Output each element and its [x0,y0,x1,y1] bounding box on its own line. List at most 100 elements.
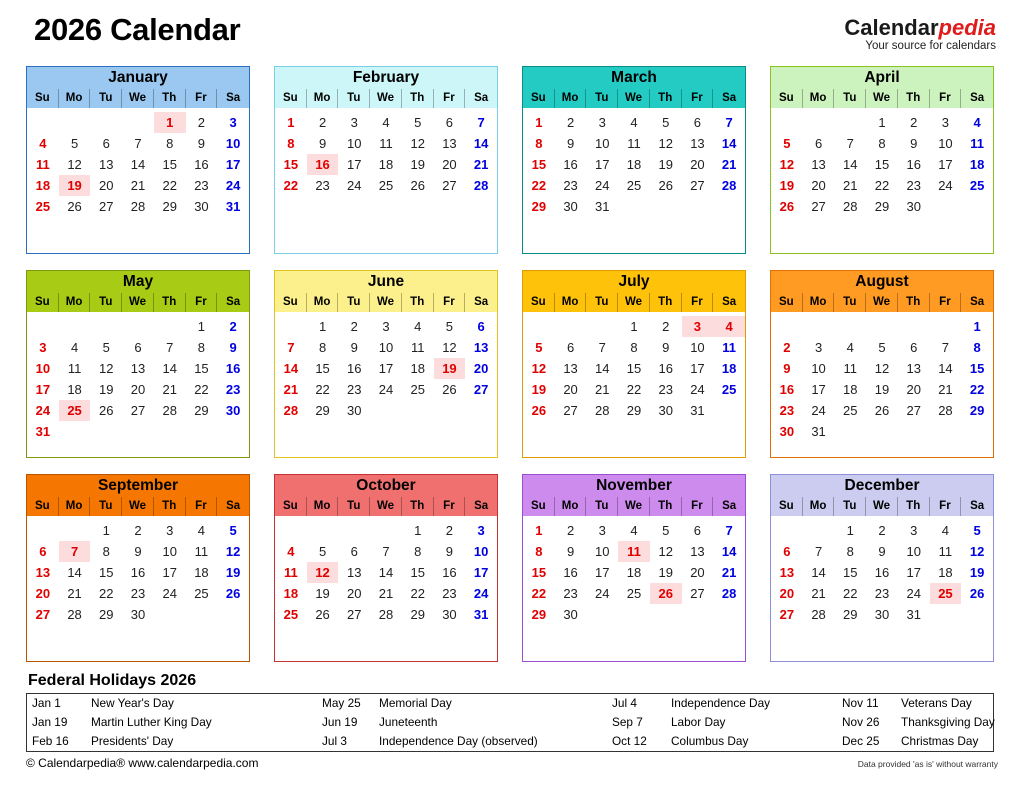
day-cell: 9 [197,136,206,151]
day-cell: 17 [690,361,705,376]
weekday-label-fr: Fr [186,293,218,312]
weekday-label-mo: Mo [555,497,587,516]
day-cell: 17 [35,382,51,397]
day-cell: 23 [442,586,457,601]
day-cell: 6 [814,136,823,151]
day-cell: 8 [973,340,981,355]
day-cell: 21 [811,586,826,601]
weekday-label-tu: Tu [586,293,619,312]
day-cell: 2 [350,319,358,334]
days-grid: 1 2 3 4 5 6 7 8 9 10 11 12 13 14 15 16 17 18 19 20 21 22 23 24 2… [771,516,993,661]
weekday-label-mo: Mo [59,497,91,516]
weekday-label-we: We [618,293,650,312]
day-cell: 13 [130,361,146,376]
day-cell: 29 [874,199,890,214]
weekday-label-su: Su [523,89,555,108]
day-cell: 27 [690,178,705,193]
day-cell: 3 [598,523,606,538]
weekday-header-row: Su Mo Tu We Th Fr Sa [275,293,497,312]
day-cell: 4 [630,115,638,130]
day-cell-empty [803,520,835,541]
day-cell: 4 [382,115,390,130]
day-cell: 7 [287,340,295,355]
day-cell: 2 [566,523,575,538]
day-cell: 24 [595,586,610,601]
day-cell-empty [771,316,803,337]
day-cell: 6 [39,544,47,559]
day-cell: 21 [595,382,610,397]
weekday-label-tu: Tu [834,497,867,516]
copyright-text: © Calendarpedia® www.calendarpedia.com [26,756,259,770]
day-cell-empty [59,316,91,337]
day-cell: 7 [725,523,733,538]
day-cell: 11 [410,340,425,355]
day-cell: 31 [35,424,51,439]
day-cell: 28 [283,403,299,418]
day-cell: 22 [315,382,330,397]
day-cell: 11 [970,136,984,151]
day-cell: 24 [690,382,705,397]
day-cell: 5 [102,340,110,355]
day-cell: 15 [410,565,425,580]
weekday-header-row: Su Mo Tu We Th Fr Sa [27,89,249,108]
day-cell: 22 [843,586,858,601]
day-cell: 16 [874,565,890,580]
day-cell: 2 [662,319,670,334]
day-cell: 29 [531,607,547,622]
day-cell: 21 [721,157,737,172]
weekday-header-row: Su Mo Tu We Th Fr Sa [771,89,993,108]
holiday-date: Jun 19 [322,715,358,729]
day-cell: 6 [102,136,110,151]
day-cell: 17 [225,157,241,172]
day-cell-holiday: 12 [306,562,339,583]
day-cell: 14 [721,544,737,559]
day-cell: 1 [102,523,110,538]
day-cell: 10 [811,361,826,376]
day-cell: 17 [595,157,610,172]
day-cell: 26 [99,403,114,418]
weekday-label-tu: Tu [834,89,867,108]
day-cell: 14 [843,157,858,172]
day-cell: 25 [35,199,51,214]
day-cell: 13 [473,340,489,355]
weekday-label-su: Su [523,497,555,516]
weekday-label-sa: Sa [474,296,489,308]
day-cell: 19 [658,157,673,172]
day-cell: 3 [941,115,950,130]
day-cell-empty [834,316,866,337]
day-cell: 9 [350,340,358,355]
day-cell: 12 [874,361,890,376]
day-cell: 25 [410,382,425,397]
day-cell-empty [59,520,91,541]
holiday-name: Thanksgiving Day [901,715,995,729]
day-cell: 19 [874,382,890,397]
day-cell: 2 [229,319,237,334]
day-cell: 12 [99,361,114,376]
days-grid: 1 2 3 4 5 6 7 8 9 10 11 12 13 14 15 16 17 18 19 20 21 22 23 24 2… [27,312,249,457]
day-cell: 19 [225,565,241,580]
page-header: 2026 Calendar Calendarpedia Your source … [26,0,998,62]
day-cell: 24 [162,586,177,601]
day-cell: 4 [197,523,206,538]
day-cell: 27 [347,607,362,622]
day-cell-empty [866,316,898,337]
holidays-heading: Federal Holidays 2026 [28,672,197,689]
day-cell: 13 [811,157,826,172]
days-grid: 1 2 3 4 5 6 7 8 9 10 11 12 13 14 15 16 17 18 19 20 21 22 23 24 2… [771,312,993,457]
day-cell-empty [370,520,402,541]
month-title: April [771,67,993,89]
day-cell-empty [523,316,555,337]
day-cell: 27 [811,199,826,214]
day-cell: 11 [35,157,50,172]
day-cell-empty [803,316,835,337]
day-cell: 16 [225,361,241,376]
day-cell: 27 [690,586,705,601]
day-cell: 20 [442,157,457,172]
brand-name: Calendarpedia [844,16,996,39]
day-cell: 10 [595,544,610,559]
day-cell: 21 [473,157,489,172]
day-cell: 9 [134,544,142,559]
day-cell: 15 [874,157,890,172]
day-cell-empty [771,112,803,133]
day-cell: 21 [283,382,299,397]
